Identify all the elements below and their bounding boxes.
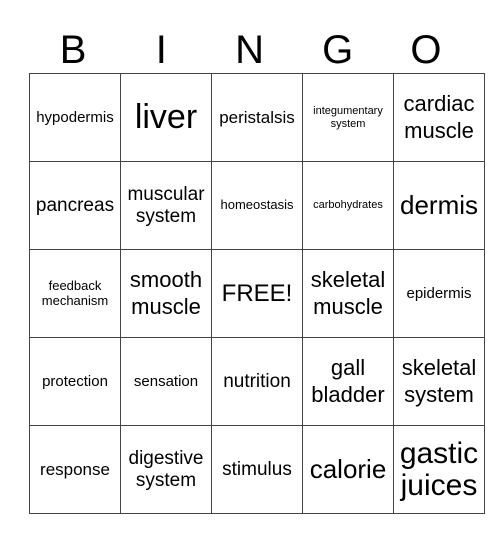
- bingo-cell: calorie: [302, 425, 394, 514]
- bingo-cell: response: [29, 425, 121, 514]
- grid-row: feedback mechanism smooth muscle FREE! s…: [29, 249, 485, 338]
- bingo-cell: epidermis: [393, 249, 485, 338]
- free-space-cell: FREE!: [211, 249, 303, 338]
- bingo-cell: protection: [29, 337, 121, 426]
- bingo-cell: stimulus: [211, 425, 303, 514]
- bingo-cell: gall bladder: [302, 337, 394, 426]
- grid-row: response digestive system stimulus calor…: [29, 425, 485, 514]
- header-letter-b: B: [59, 28, 87, 72]
- bingo-cell: skeletal muscle: [302, 249, 394, 338]
- grid-row: hypodermis liver peristalsis integumenta…: [29, 73, 485, 162]
- bingo-cell: dermis: [393, 161, 485, 250]
- bingo-cell: gastic juices: [393, 425, 485, 514]
- header-letter-n: N: [235, 28, 264, 72]
- bingo-cell: liver: [120, 73, 212, 162]
- header-letter-o: O: [410, 28, 442, 72]
- bingo-cell: skeletal system: [393, 337, 485, 426]
- bingo-cell: carbohydrates: [302, 161, 394, 250]
- bingo-cell: homeostasis: [211, 161, 303, 250]
- bingo-cell: hypodermis: [29, 73, 121, 162]
- bingo-grid: hypodermis liver peristalsis integumenta…: [29, 73, 485, 514]
- bingo-cell: integumentary system: [302, 73, 394, 162]
- bingo-cell: digestive system: [120, 425, 212, 514]
- grid-row: pancreas muscular system homeostasis car…: [29, 161, 485, 250]
- header-letter-g: G: [322, 28, 354, 72]
- bingo-cell: sensation: [120, 337, 212, 426]
- bingo-cell: cardiac muscle: [393, 73, 485, 162]
- grid-row: protection sensation nutrition gall blad…: [29, 337, 485, 426]
- bingo-header: B I N G O: [29, 28, 470, 73]
- bingo-cell: muscular system: [120, 161, 212, 250]
- bingo-cell: pancreas: [29, 161, 121, 250]
- bingo-cell: feedback mechanism: [29, 249, 121, 338]
- bingo-cell: nutrition: [211, 337, 303, 426]
- header-letter-i: I: [155, 28, 167, 72]
- bingo-cell: peristalsis: [211, 73, 303, 162]
- bingo-cell: smooth muscle: [120, 249, 212, 338]
